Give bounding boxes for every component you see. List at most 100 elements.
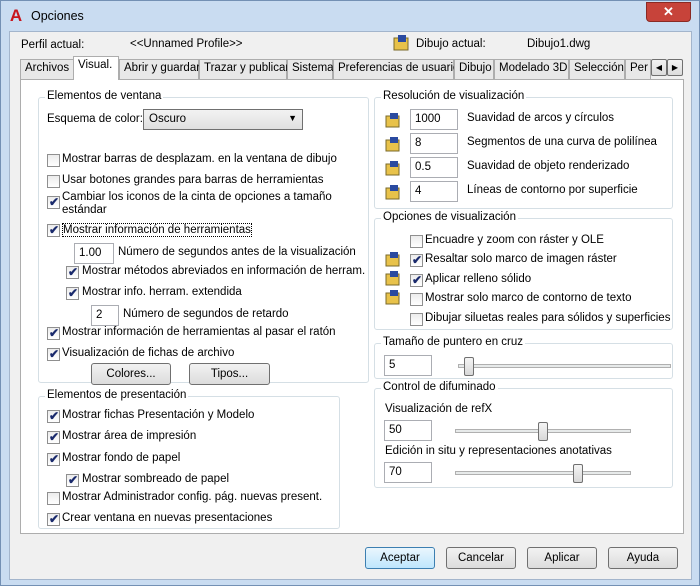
large-buttons-checkbox[interactable] xyxy=(47,175,60,188)
layout-model-tabs-checkbox[interactable] xyxy=(47,409,60,423)
saved-in-drawing-icon xyxy=(385,137,400,152)
arc-smoothness-label: Suavidad de arcos y círculos xyxy=(467,112,615,124)
tab-trazar-publicar[interactable]: Trazar y publicar xyxy=(199,59,289,79)
scrollbars-label: Mostrar barras de desplazam. en la venta… xyxy=(62,153,337,165)
paper-shadow-label: Mostrar sombreado de papel xyxy=(82,473,230,485)
tab-preferencias[interactable]: Preferencias de usuario xyxy=(333,59,459,79)
tooltip-delay-label: Número de segundos antes de la visualiza… xyxy=(118,246,356,258)
fonts-button[interactable]: Tipos... xyxy=(189,363,270,385)
cancel-button[interactable]: Cancelar xyxy=(446,547,516,569)
crosshair-size-slider[interactable] xyxy=(463,357,474,376)
xref-fade-slider[interactable] xyxy=(538,422,548,441)
saved-in-drawing-icon xyxy=(385,185,400,200)
inplace-fade-label: Edición in situ y representaciones anota… xyxy=(385,445,612,457)
saved-in-drawing-icon xyxy=(385,113,400,128)
tab-sistema[interactable]: Sistema xyxy=(287,59,334,79)
show-tooltips-checkbox[interactable] xyxy=(47,223,60,237)
solid-fill-label: Aplicar relleno sólido xyxy=(425,273,532,285)
large-buttons-label: Usar botones grandes para barras de herr… xyxy=(62,174,324,186)
page-setup-manager-checkbox[interactable] xyxy=(47,492,60,505)
color-scheme-value: Oscuro xyxy=(149,113,187,125)
extended-delay-input[interactable]: 2 xyxy=(91,305,119,326)
rollover-tooltips-label: Mostrar información de herramientas al p… xyxy=(62,326,336,338)
ok-button[interactable]: Aceptar xyxy=(365,547,435,569)
colors-button[interactable]: Colores... xyxy=(91,363,171,385)
tooltip-delay-input[interactable]: 1.00 xyxy=(74,243,114,264)
tab-archivos[interactable]: Archivos xyxy=(20,59,74,79)
create-viewport-label: Crear ventana en nuevas presentaciones xyxy=(62,512,273,524)
layout-model-tabs-label: Mostrar fichas Presentación y Modelo xyxy=(62,409,255,421)
file-tabs-label: Visualización de fichas de archivo xyxy=(62,347,235,359)
xref-fade-label: Visualización de refX xyxy=(385,403,493,415)
crosshair-size-title: Tamaño de puntero en cruz xyxy=(381,336,526,348)
title-bar: A Opciones ✕ xyxy=(1,1,699,31)
color-scheme-dropdown[interactable]: Oscuro ▼ xyxy=(143,109,303,130)
tab-scroll-right-button[interactable]: ▶ xyxy=(667,59,683,76)
rollover-tooltips-checkbox[interactable] xyxy=(47,326,60,340)
close-button[interactable]: ✕ xyxy=(646,2,691,22)
contour-lines-label: Líneas de contorno por superficie xyxy=(467,184,638,196)
create-viewport-checkbox[interactable] xyxy=(47,512,60,526)
visual-tab-panel: Elementos de ventana Esquema de color: O… xyxy=(20,79,684,534)
raster-frame-label: Resaltar solo marco de imagen ráster xyxy=(425,253,617,265)
extended-tooltips-checkbox[interactable] xyxy=(66,286,79,300)
ribbon-icons-label: Cambiar los iconos de la cinta de opcion… xyxy=(62,191,332,216)
text-boundary-label: Mostrar solo marco de contorno de texto xyxy=(425,292,632,304)
arc-smoothness-input[interactable]: 1000 xyxy=(410,109,458,130)
ribbon-icons-checkbox[interactable] xyxy=(47,195,60,209)
color-scheme-label: Esquema de color: xyxy=(47,113,143,125)
polyline-segments-label: Segmentos de una curva de polilínea xyxy=(467,136,657,148)
crosshair-size-input[interactable]: 5 xyxy=(384,355,432,376)
extended-tooltips-label: Mostrar info. herram. extendida xyxy=(82,286,242,298)
pan-zoom-raster-label: Encuadre y zoom con ráster y OLE xyxy=(425,234,604,246)
text-boundary-checkbox[interactable] xyxy=(410,293,423,306)
tab-dibujo[interactable]: Dibujo xyxy=(454,59,494,79)
paper-background-checkbox[interactable] xyxy=(47,452,60,466)
contour-lines-input[interactable]: 4 xyxy=(410,181,458,202)
xref-fade-input[interactable]: 50 xyxy=(384,420,432,441)
chevron-down-icon: ▼ xyxy=(288,113,297,123)
help-button[interactable]: Ayuda xyxy=(608,547,678,569)
printable-area-checkbox[interactable] xyxy=(47,430,60,444)
tab-visual[interactable]: Visual. xyxy=(73,56,119,80)
saved-in-drawing-icon xyxy=(385,271,400,286)
dialog-body: Perfil actual: <<Unnamed Profile>> Dibuj… xyxy=(9,31,692,580)
printable-area-label: Mostrar área de impresión xyxy=(62,430,197,442)
autocad-logo-icon: A xyxy=(9,6,23,25)
window-elements-title: Elementos de ventana xyxy=(45,90,164,102)
raster-frame-checkbox[interactable] xyxy=(410,253,423,267)
tab-seleccion[interactable]: Selección xyxy=(569,59,625,79)
file-tabs-checkbox[interactable] xyxy=(47,347,60,361)
polyline-segments-input[interactable]: 8 xyxy=(410,133,458,154)
fade-control-title: Control de difuminado xyxy=(381,381,498,393)
solid-fill-checkbox[interactable] xyxy=(410,273,423,287)
tab-scroll-left-button[interactable]: ◀ xyxy=(651,59,667,76)
rendered-smoothness-input[interactable]: 0.5 xyxy=(410,157,458,178)
shortcut-keys-label: Mostrar métodos abreviados en informació… xyxy=(82,265,366,277)
window-elements-group: Elementos de ventana xyxy=(38,90,369,383)
inplace-fade-input[interactable]: 70 xyxy=(384,462,432,483)
scrollbars-checkbox[interactable] xyxy=(47,154,60,167)
saved-in-drawing-icon xyxy=(385,252,400,267)
inplace-fade-slider[interactable] xyxy=(573,464,584,483)
options-window: A Opciones ✕ Perfil actual: <<Unnamed Pr… xyxy=(0,0,700,586)
layout-elements-title: Elementos de presentación xyxy=(45,389,189,401)
drawing-value: Dibujo1.dwg xyxy=(527,38,591,50)
rendered-smoothness-label: Suavidad de objeto renderizado xyxy=(467,160,630,172)
drawing-icon xyxy=(393,35,409,51)
tab-modelado-3d[interactable]: Modelado 3D xyxy=(494,59,569,79)
show-tooltips-label: Mostrar información de herramientas xyxy=(62,223,252,237)
tab-abrir-guardar[interactable]: Abrir y guardar xyxy=(119,59,200,79)
pan-zoom-raster-checkbox[interactable] xyxy=(410,235,423,248)
inplace-fade-track xyxy=(455,471,631,475)
true-silhouettes-label: Dibujar siluetas reales para sólidos y s… xyxy=(425,312,671,324)
apply-button[interactable]: Aplicar xyxy=(527,547,597,569)
true-silhouettes-checkbox[interactable] xyxy=(410,313,423,326)
saved-in-drawing-icon xyxy=(385,161,400,176)
drawing-label: Dibujo actual: xyxy=(416,38,486,50)
tab-perfiles[interactable]: Per xyxy=(625,59,651,79)
page-setup-manager-label: Mostrar Administrador config. pág. nueva… xyxy=(62,491,323,503)
paper-shadow-checkbox[interactable] xyxy=(66,473,79,487)
shortcut-keys-checkbox[interactable] xyxy=(66,265,79,279)
extended-delay-label: Número de segundos de retardo xyxy=(123,308,289,320)
